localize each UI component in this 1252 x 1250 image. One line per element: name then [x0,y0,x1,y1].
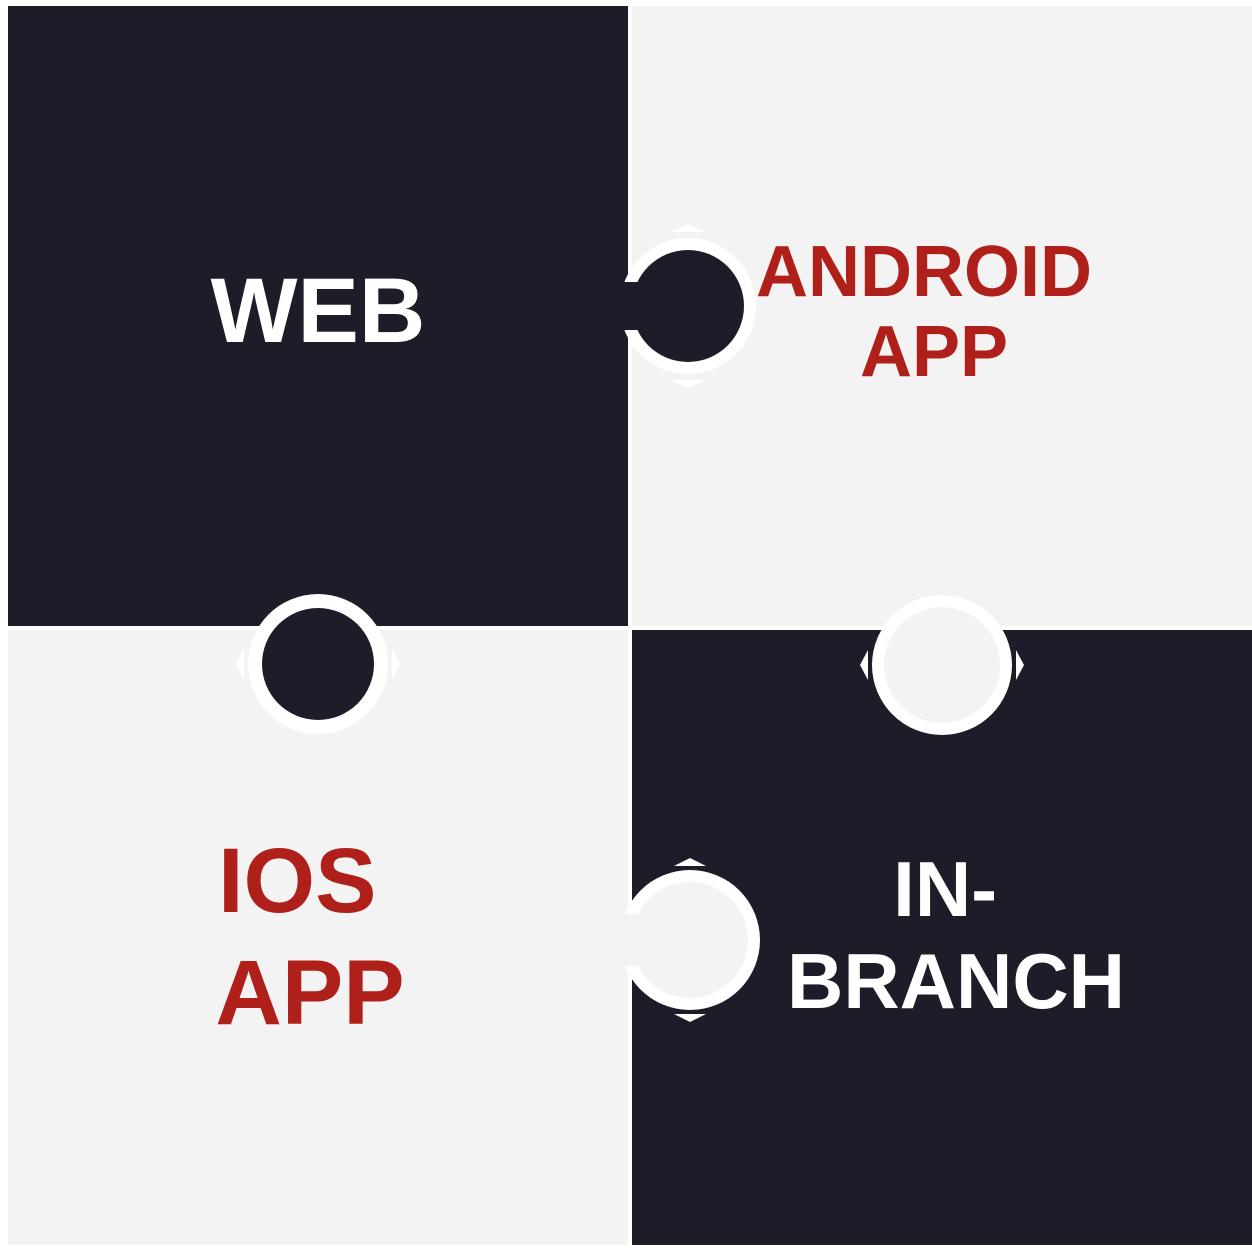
label-web: WEB [211,260,426,362]
label-in-branch-line-1: IN- [893,845,997,933]
puzzle-svg: WEB ANDROID APP IOS APP IN- BRANCH [0,0,1252,1245]
label-ios-app-line-1: IOS [218,830,376,932]
puzzle-diagram: WEB ANDROID APP IOS APP IN- BRANCH [0,0,1252,1245]
label-android-app-line-1: ANDROID [756,232,1092,312]
label-in-branch-line-2: BRANCH [787,937,1125,1025]
label-android-app-line-2: APP [860,312,1008,392]
label-ios-app-line-2: APP [215,942,404,1044]
label-web-line-1: WEB [211,260,426,362]
